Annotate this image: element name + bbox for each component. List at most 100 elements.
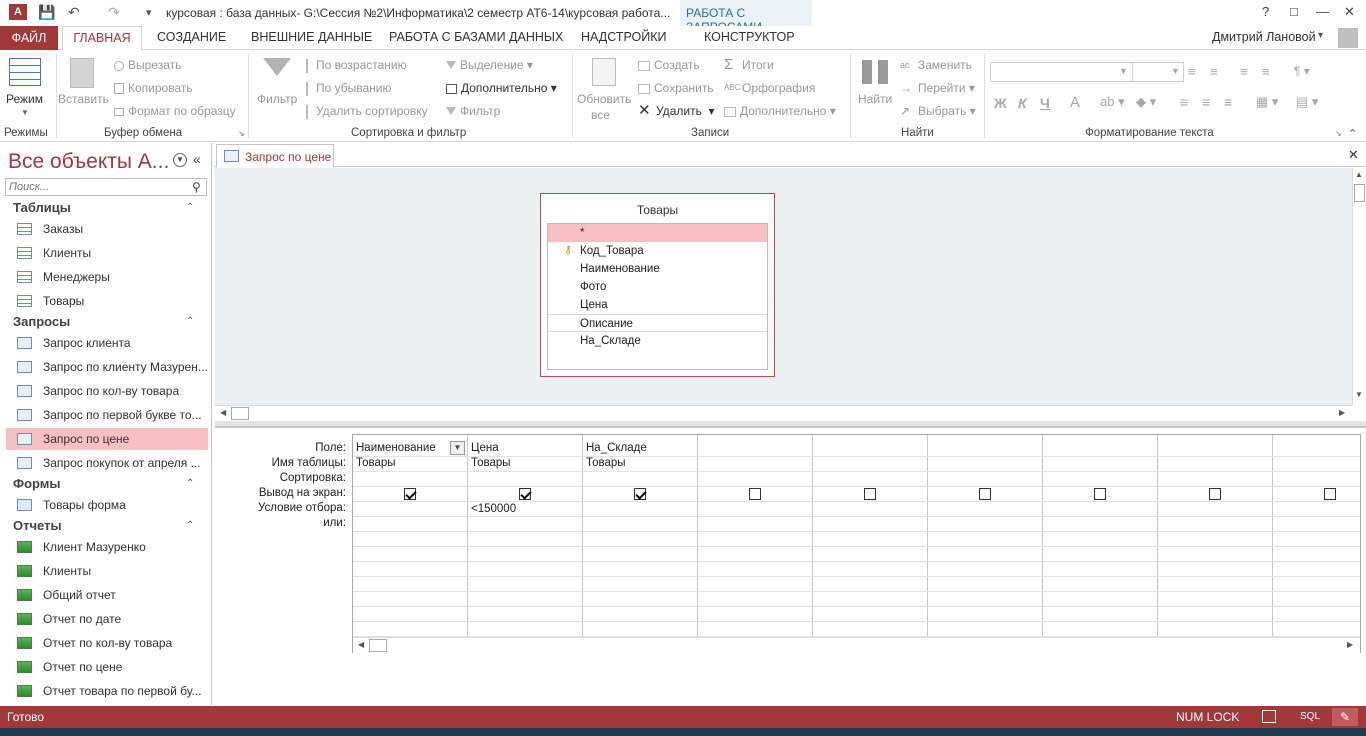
view-mode-button[interactable]: Режим ▼ xyxy=(4,56,46,126)
save-record-button[interactable]: Сохранить xyxy=(638,81,714,95)
field-list-item[interactable]: Цена xyxy=(548,296,767,314)
nav-section-reports[interactable]: Отчеты xyxy=(13,518,62,533)
collapse-section-icon[interactable]: ⌃ xyxy=(186,202,194,213)
advanced-filter-button[interactable]: Дополнительно ▾ xyxy=(446,81,557,95)
paste-button[interactable]: Вставить xyxy=(58,56,109,126)
show-checkbox[interactable] xyxy=(1094,488,1106,500)
refresh-all-button[interactable]: Обновить все xyxy=(576,56,632,126)
nav-menu-icon[interactable]: ▼ xyxy=(173,153,187,167)
grid-criteria-cell[interactable]: <150000 xyxy=(471,503,516,515)
filter-button[interactable]: Фильтр xyxy=(254,56,300,126)
indent-increase-icon[interactable]: ≡ xyxy=(1262,64,1270,79)
customize-qat-icon[interactable]: ▾ xyxy=(146,6,152,19)
toggle-filter-button[interactable]: Фильтр xyxy=(446,104,500,118)
grid-field-cell[interactable]: Наименование xyxy=(356,442,436,454)
collapse-nav-icon[interactable]: « xyxy=(193,151,201,167)
grid-table-cell[interactable]: Товары xyxy=(471,457,511,469)
fill-color-icon[interactable]: ◆ ▾ xyxy=(1136,94,1156,110)
collapse-ribbon-icon[interactable]: ⌃ xyxy=(1348,127,1357,140)
nav-item-table[interactable]: Товары xyxy=(6,290,208,312)
search-icon[interactable]: ⚲ xyxy=(192,180,201,194)
scroll-up-icon[interactable]: ▲ xyxy=(1355,170,1363,179)
user-name[interactable]: Дмитрий Лановой xyxy=(1212,30,1316,44)
show-checkbox[interactable] xyxy=(749,488,761,500)
close-window-button[interactable]: ✕ xyxy=(1344,4,1355,20)
nav-section-queries[interactable]: Запросы xyxy=(13,314,70,329)
pane-splitter[interactable] xyxy=(215,421,1366,428)
close-document-icon[interactable]: ✕ xyxy=(1348,147,1359,163)
field-list-item[interactable]: На_Складе xyxy=(548,332,767,350)
scroll-thumb[interactable] xyxy=(369,639,387,652)
dialog-launcher-icon[interactable]: ↘ xyxy=(1335,129,1342,138)
gridlines-icon[interactable]: ▦ ▾ xyxy=(1256,94,1278,110)
grid-table-cell[interactable]: Товары xyxy=(586,457,626,469)
tab-database-tools[interactable]: РАБОТА С БАЗАМИ ДАННЫХ xyxy=(389,30,563,44)
field-list-item[interactable]: Наименование xyxy=(548,260,767,278)
tab-addins[interactable]: НАДСТРОЙКИ xyxy=(581,30,667,44)
nav-section-tables[interactable]: Таблицы xyxy=(13,200,71,215)
tab-external-data[interactable]: ВНЕШНИЕ ДАННЫЕ xyxy=(251,30,372,44)
restore-ribbon-icon[interactable]: □ xyxy=(1290,4,1298,19)
nav-item-table[interactable]: Менеджеры xyxy=(6,266,208,288)
collapse-section-icon[interactable]: ⌃ xyxy=(186,520,194,531)
scroll-left-icon[interactable]: ◀ xyxy=(358,640,364,649)
font-color-button[interactable]: A xyxy=(1070,94,1080,111)
field-list-item[interactable]: Фото xyxy=(548,278,767,296)
align-center-icon[interactable]: ≡ xyxy=(1202,94,1210,110)
save-icon[interactable]: 💾 xyxy=(38,4,55,21)
scroll-right-icon[interactable]: ▶ xyxy=(1347,640,1353,649)
scroll-down-icon[interactable]: ▼ xyxy=(1355,390,1363,399)
dialog-launcher-icon[interactable]: ↘ xyxy=(238,129,245,138)
design-view-icon[interactable]: ✎ xyxy=(1332,708,1358,726)
nav-item-form[interactable]: Товары форма xyxy=(6,494,208,516)
datasheet-view-icon[interactable] xyxy=(1262,710,1276,723)
grid-horizontal-scrollbar[interactable]: ◀ ▶ xyxy=(353,637,1360,653)
tab-file[interactable]: ФАЙЛ xyxy=(0,26,58,50)
copy-button[interactable]: Копировать xyxy=(114,81,193,95)
field-list-item[interactable]: * xyxy=(548,224,767,242)
scroll-left-icon[interactable]: ◀ xyxy=(220,408,226,417)
more-records-button[interactable]: Дополнительно ▾ xyxy=(724,104,836,118)
nav-item-report[interactable]: Клиенты xyxy=(6,560,208,582)
collapse-section-icon[interactable]: ⌃ xyxy=(186,478,194,489)
tab-create[interactable]: СОЗДАНИЕ xyxy=(157,30,226,44)
show-checkbox[interactable] xyxy=(634,488,646,500)
highlight-icon[interactable]: ab ▾ xyxy=(1100,94,1125,110)
nav-item-report[interactable]: Отчет по цене xyxy=(6,656,208,678)
avatar[interactable] xyxy=(1338,28,1358,48)
nav-item-report[interactable]: Отчет по дате xyxy=(6,608,208,630)
nav-item-report[interactable]: Отчет по кол-ву товара xyxy=(6,632,208,654)
grid-table-cell[interactable]: Товары xyxy=(356,457,396,469)
scroll-right-icon[interactable]: ▶ xyxy=(1339,408,1345,417)
show-checkbox[interactable] xyxy=(404,488,416,500)
user-dropdown-icon[interactable]: ▾ xyxy=(1318,30,1323,41)
format-painter-button[interactable]: Формат по образцу xyxy=(114,104,236,118)
nav-item-query[interactable]: Запрос покупок от апреля ... xyxy=(6,452,208,474)
nav-item-report[interactable]: Отчет товара по первой бу... xyxy=(6,680,208,702)
show-checkbox[interactable] xyxy=(1209,488,1221,500)
nav-item-report[interactable]: Общий отчет xyxy=(6,584,208,606)
show-checkbox[interactable] xyxy=(1324,488,1336,500)
nav-item-table[interactable]: Заказы xyxy=(6,218,208,240)
cut-button[interactable]: Вырезать xyxy=(114,58,181,72)
alternate-row-color-icon[interactable]: ▤ ▾ xyxy=(1296,94,1318,110)
spelling-button[interactable]: ABC Орфография xyxy=(724,81,815,96)
bold-button[interactable]: Ж xyxy=(994,95,1007,111)
remove-sort-button[interactable]: Удалить сортировку xyxy=(306,104,428,119)
nav-section-forms[interactable]: Формы xyxy=(13,476,61,491)
nav-search-input[interactable] xyxy=(6,179,186,195)
italic-button[interactable]: К xyxy=(1018,95,1027,111)
nav-item-report[interactable]: Клиент Мазуренко xyxy=(6,536,208,558)
field-list-item[interactable]: ⚷ Код_Товара xyxy=(548,242,767,260)
field-dropdown-icon[interactable]: ▼ xyxy=(450,441,465,455)
font-size-select[interactable]: ▼ xyxy=(1132,62,1184,82)
new-record-button[interactable]: Создать xyxy=(638,58,700,72)
goto-button[interactable]: → Перейти ▾ xyxy=(900,81,975,96)
tab-designer[interactable]: КОНСТРУКТОР xyxy=(704,30,795,44)
nav-item-query-selected[interactable]: Запрос по цене xyxy=(6,428,208,450)
show-checkbox[interactable] xyxy=(864,488,876,500)
redo-icon[interactable]: ↷ xyxy=(108,4,120,21)
grid-field-cell[interactable]: На_Складе xyxy=(586,442,647,454)
nav-item-query[interactable]: Запрос по клиенту Мазурен... xyxy=(6,356,208,378)
vertical-scrollbar[interactable]: ▲ ▼ xyxy=(1352,168,1366,405)
